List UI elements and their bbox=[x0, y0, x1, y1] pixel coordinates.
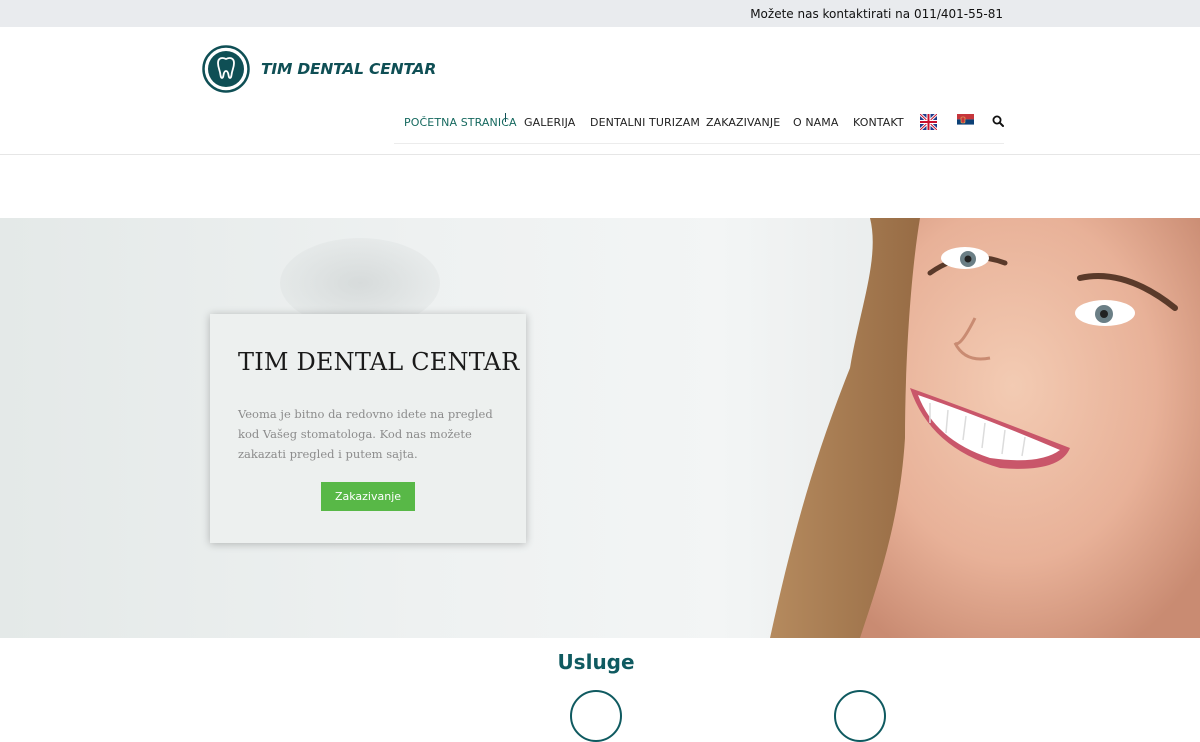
tooth-logo-icon bbox=[202, 45, 250, 93]
hero-description: Veoma je bitno da redovno idete na pregl… bbox=[238, 407, 493, 461]
hero-banner: TIM DENTAL CENTAR Veoma je bitno da redo… bbox=[0, 218, 1200, 638]
nav-item-kontakt[interactable]: KONTAKT bbox=[853, 116, 904, 129]
nav-item-pocetna[interactable]: POČETNA STRANICA bbox=[404, 116, 517, 129]
main-nav: POČETNA STRANICA GALERIJA DENTALNI TURIZ… bbox=[394, 107, 1004, 144]
site-header: TIM DENTAL CENTAR POČETNA STRANICA GALER… bbox=[0, 27, 1200, 155]
nav-item-o-nama[interactable]: O NAMA bbox=[793, 116, 839, 129]
serbia-flag-icon[interactable] bbox=[957, 114, 974, 130]
hero-title: TIM DENTAL CENTAR bbox=[238, 348, 520, 376]
nav-item-zakazivanje[interactable]: ZAKAZIVANJE bbox=[706, 116, 780, 129]
smiling-woman-photo bbox=[770, 218, 1200, 638]
logo-text: TIM DENTAL CENTAR bbox=[261, 60, 437, 78]
uk-flag-icon[interactable] bbox=[920, 114, 937, 130]
service-icon[interactable] bbox=[834, 690, 886, 742]
text-cursor bbox=[505, 113, 506, 122]
hero-card: TIM DENTAL CENTAR Veoma je bitno da redo… bbox=[210, 314, 526, 543]
search-icon[interactable] bbox=[992, 115, 1004, 127]
site-logo[interactable]: TIM DENTAL CENTAR bbox=[202, 45, 436, 93]
contact-text: Možete nas kontaktirati na 011/401-55-81 bbox=[750, 7, 1003, 21]
service-icon[interactable] bbox=[570, 690, 622, 742]
top-bar: Možete nas kontaktirati na 011/401-55-81 bbox=[0, 0, 1200, 27]
nav-item-galerija[interactable]: GALERIJA bbox=[524, 116, 575, 129]
nav-item-dentalni-turizam[interactable]: DENTALNI TURIZAM bbox=[590, 116, 700, 129]
zakazivanje-button[interactable]: Zakazivanje bbox=[321, 482, 415, 511]
services-heading: Usluge bbox=[557, 650, 635, 674]
